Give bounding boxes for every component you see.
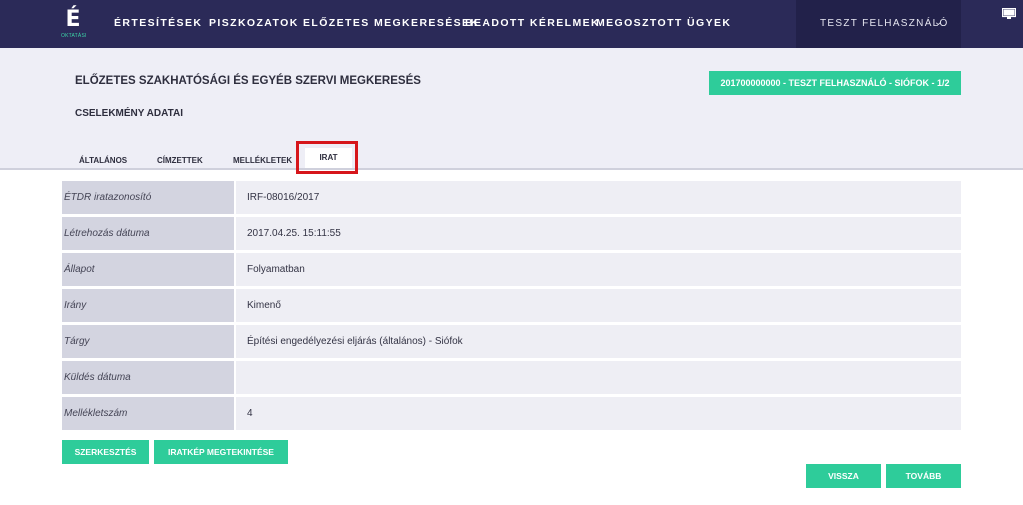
- chevron-down-icon: ⌄: [934, 17, 943, 28]
- user-menu[interactable]: TESZT FELHASZNÁLÓ ⌄: [796, 0, 961, 48]
- tab-mellekletek[interactable]: MELLÉKLETEK: [233, 156, 292, 165]
- row-label: Irány: [62, 289, 234, 322]
- row-value: 2017.04.25. 15:11:55: [236, 217, 961, 250]
- table-row: Tárgy Építési engedélyezési eljárás (ált…: [62, 325, 961, 358]
- tab-highlight-box: [296, 141, 358, 174]
- logo-subtext: OKTATÁSI: [61, 33, 87, 39]
- logo-letter: É: [65, 7, 81, 32]
- table-row: ÉTDR iratazonosító IRF-08016/2017: [62, 181, 961, 214]
- tab-underline: [0, 168, 1023, 170]
- table-row: Irány Kimenő: [62, 289, 961, 322]
- nav-item-elozetes-megkeresesek[interactable]: Előzetes megkeresések: [303, 17, 479, 29]
- row-value: 4: [236, 397, 961, 430]
- table-row: Létrehozás dátuma 2017.04.25. 15:11:55: [62, 217, 961, 250]
- row-value: Építési engedélyezési eljárás (általános…: [236, 325, 961, 358]
- section-title: CSELEKMÉNY ADATAI: [75, 108, 183, 119]
- tab-altalanos[interactable]: ÁLTALÁNOS: [79, 156, 127, 165]
- user-name: TESZT FELHASZNÁLÓ: [820, 18, 949, 29]
- nav-item-beadott-kerelmek[interactable]: Beadott kérelmek: [465, 17, 600, 29]
- view-document-image-button[interactable]: IRATKÉP MEGTEKINTÉSE: [154, 440, 288, 464]
- row-label: ÉTDR iratazonosító: [62, 181, 234, 214]
- tab-cimzettek[interactable]: CÍMZETTEK: [157, 156, 203, 165]
- row-label: Mellékletszám: [62, 397, 234, 430]
- edit-button[interactable]: SZERKESZTÉS: [62, 440, 149, 464]
- case-id-badge: 201700000000 - TESZT FELHASZNÁLÓ - SIÓFO…: [709, 71, 961, 95]
- row-label: Tárgy: [62, 325, 234, 358]
- table-row: Állapot Folyamatban: [62, 253, 961, 286]
- row-value: IRF-08016/2017: [236, 181, 961, 214]
- nav-item-megosztott-ugyek[interactable]: Megosztott ügyek: [596, 17, 731, 29]
- table-row: Mellékletszám 4: [62, 397, 961, 430]
- page-title: ELŐZETES SZAKHATÓSÁGI ÉS EGYÉB SZERVI ME…: [75, 75, 421, 87]
- row-label: Létrehozás dátuma: [62, 217, 234, 250]
- row-label: Küldés dátuma: [62, 361, 234, 394]
- next-button[interactable]: TOVÁBB: [886, 464, 961, 488]
- table-row: Küldés dátuma: [62, 361, 961, 394]
- row-label: Állapot: [62, 253, 234, 286]
- top-navbar: É OKTATÁSI Értesítések Piszkozatok Előze…: [0, 0, 1023, 48]
- app-logo[interactable]: É OKTATÁSI: [61, 6, 87, 42]
- row-value: Kimenő: [236, 289, 961, 322]
- nav-item-ertesitesek[interactable]: Értesítések: [114, 17, 202, 29]
- row-value: [236, 361, 961, 394]
- monitor-icon[interactable]: [1002, 8, 1016, 19]
- back-button[interactable]: VISSZA: [806, 464, 881, 488]
- nav-item-piszkozatok[interactable]: Piszkozatok: [209, 17, 299, 29]
- row-value: Folyamatban: [236, 253, 961, 286]
